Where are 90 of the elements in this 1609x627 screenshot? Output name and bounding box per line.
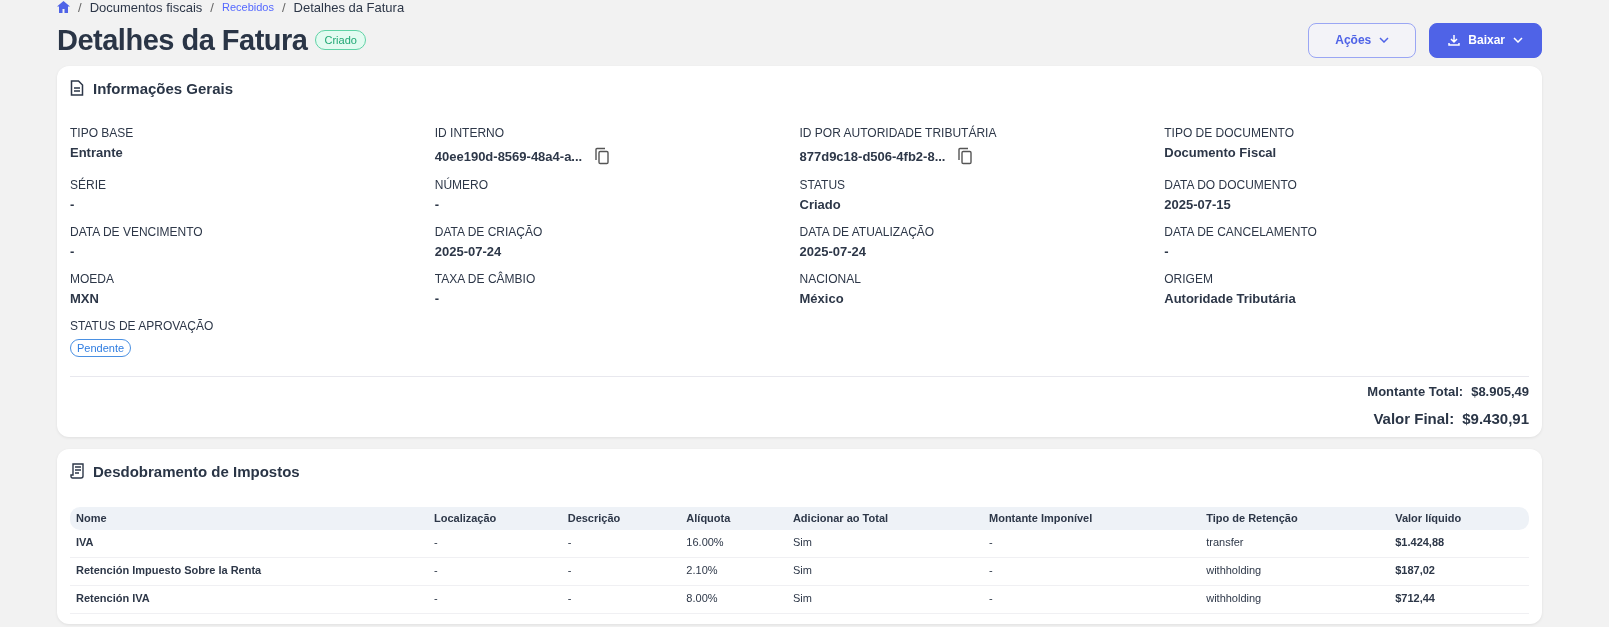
field-label: ORIGEM (1164, 272, 1214, 286)
copy-icon[interactable] (594, 147, 611, 165)
column-header: Adicionar ao Total (786, 507, 983, 530)
table-cell: - (561, 586, 681, 614)
field-value: Criado (799, 197, 842, 212)
table-cell: - (427, 586, 562, 614)
field-value: 2025-07-15 (1164, 197, 1232, 212)
field-value: 2025-07-24 (799, 244, 867, 259)
table-cell: - (427, 530, 562, 558)
breadcrumb-link[interactable]: Recebidos (221, 1, 274, 13)
table-cell: Sim (786, 558, 983, 586)
table-cell: $712,44 (1389, 586, 1529, 614)
column-header: Descrição (561, 507, 681, 530)
column-header: Nome (70, 507, 428, 530)
total-value: $8.905,49 (1471, 384, 1529, 399)
field-label: STATUS DE APROVAÇÃO (70, 319, 215, 333)
field-value: MXN (70, 291, 100, 306)
field-label: SÉRIE (70, 178, 107, 192)
table-cell: - (561, 558, 681, 586)
field-value: Autoridade Tributária (1164, 291, 1297, 306)
table-cell: withholding (1200, 586, 1390, 614)
copy-icon[interactable] (957, 147, 974, 165)
field-label: TIPO DE DOCUMENTO (1164, 126, 1296, 140)
table-cell: withholding (1200, 558, 1390, 586)
column-header: Alíquota (680, 507, 787, 530)
breadcrumb-item: Documentos fiscais (89, 0, 203, 15)
approval-badge: Pendente (70, 339, 132, 357)
field-label: ID POR AUTORIDADE TRIBUTÁRIA (799, 126, 998, 140)
breadcrumb-separator: / (281, 0, 286, 15)
breadcrumb-separator: / (78, 0, 82, 15)
field-label: DATA DE ATUALIZAÇÃO (799, 225, 936, 239)
table-cell: IVA (70, 530, 428, 558)
table-cell: Sim (786, 586, 983, 614)
home-icon[interactable] (57, 1, 70, 13)
chevron-down-icon (1379, 37, 1390, 43)
actions-button[interactable]: Ações (1308, 22, 1417, 58)
field-label: DATA DO DOCUMENTO (1164, 178, 1298, 192)
breadcrumb-item: Detalhes da Fatura (293, 0, 405, 15)
field-label: DATA DE VENCIMENTO (70, 225, 204, 239)
field-value: 2025-07-24 (434, 244, 503, 259)
field-label: ID INTERNO (434, 126, 506, 140)
table-cell: transfer (1200, 530, 1390, 558)
field-value: - (434, 197, 441, 212)
column-header: Tipo de Retenção (1200, 507, 1390, 530)
section-title: Desdobramento de Impostos (93, 462, 300, 480)
total-label: Valor Final: (1373, 410, 1455, 427)
page-title: Detalhes da Fatura (57, 23, 308, 57)
table-cell: - (561, 530, 681, 558)
download-icon (1448, 34, 1461, 46)
receipt-icon (70, 463, 84, 479)
column-header: Localização (427, 507, 562, 530)
table-cell: Retención IVA (70, 586, 428, 614)
field-label: NÚMERO (434, 178, 490, 192)
field-label: DATA DE CRIAÇÃO (434, 225, 544, 239)
column-header: Montante Imponível (983, 507, 1201, 530)
field-value: Documento Fiscal (1164, 145, 1278, 160)
total-value: $9.430,91 (1462, 410, 1529, 427)
field-label: MOEDA (70, 272, 115, 286)
table-cell: 2.10% (680, 558, 787, 586)
table-cell: Retención Impuesto Sobre la Renta (70, 558, 428, 586)
column-header: Valor líquido (1389, 507, 1529, 530)
field-value: - (70, 244, 76, 259)
table-cell: 16.00% (680, 530, 787, 558)
table-cell: - (983, 586, 1201, 614)
field-label: TAXA DE CÂMBIO (434, 272, 537, 286)
field-label: DATA DE CANCELAMENTO (1164, 225, 1318, 239)
table-cell: - (983, 530, 1201, 558)
total-label: Montante Total: (1367, 384, 1464, 399)
field-value: 877d9c18-d506-4fb2-8... (799, 148, 946, 164)
chevron-down-icon (1513, 37, 1523, 43)
field-value: Entrante (70, 145, 124, 160)
table-cell: Sim (786, 530, 983, 558)
field-value: México (799, 291, 845, 306)
breadcrumb-separator: / (210, 0, 214, 15)
field-label: NACIONAL (799, 272, 862, 286)
field-label: TIPO BASE (70, 126, 135, 140)
field-value: 40ee190d-8569-48a4-a... (434, 148, 583, 164)
field-value: - (1164, 244, 1170, 259)
table-cell: - (427, 558, 562, 586)
table-cell: 8.00% (680, 586, 787, 614)
section-title: Informações Gerais (93, 79, 234, 97)
table-cell: $1.424,88 (1389, 530, 1529, 558)
table-cell: $187,02 (1389, 558, 1529, 586)
field-value: - (70, 197, 76, 212)
download-button[interactable]: Baixar (1429, 22, 1542, 58)
field-label: STATUS (799, 178, 847, 192)
field-value: - (434, 291, 441, 306)
status-badge: Criado (315, 30, 366, 50)
table-cell: - (983, 558, 1201, 586)
document-icon (70, 80, 84, 96)
